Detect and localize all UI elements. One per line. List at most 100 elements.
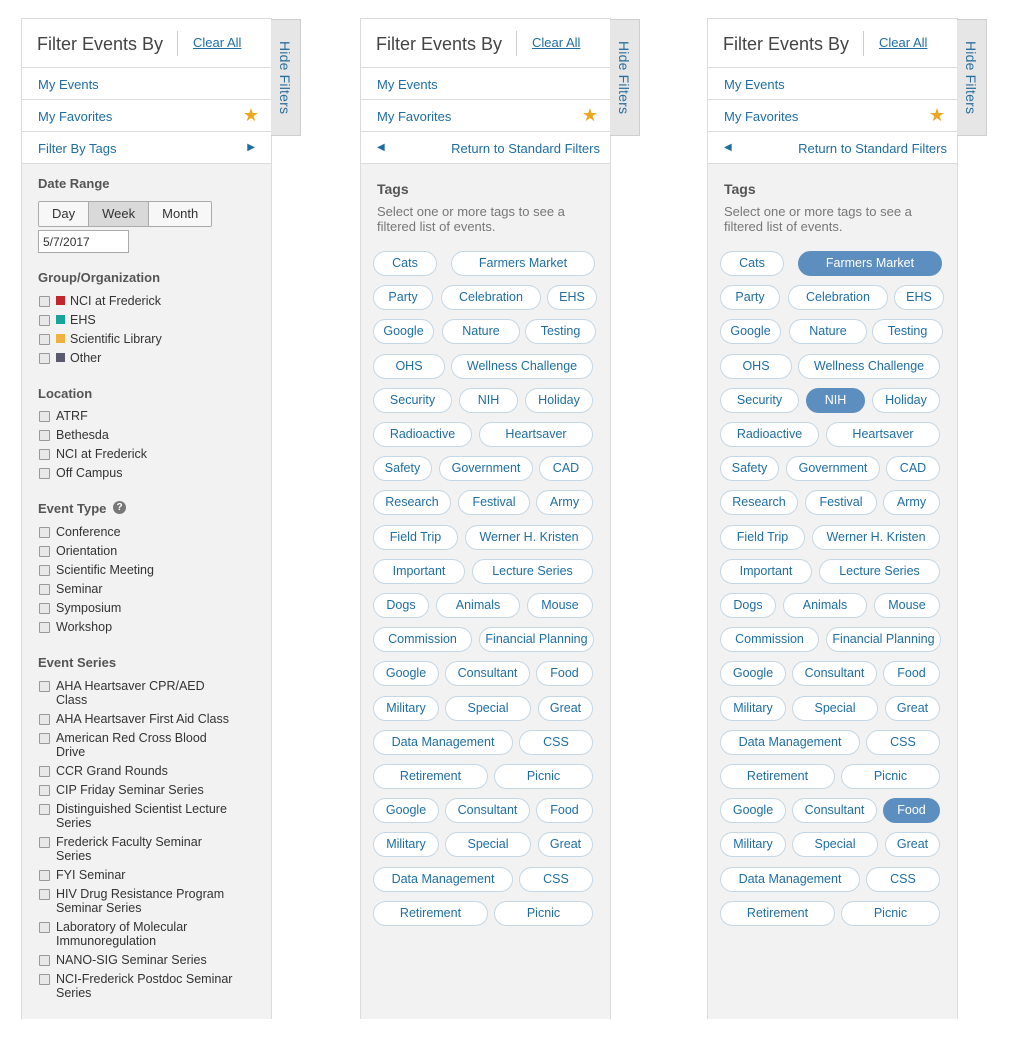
tag-pill[interactable]: Google (720, 661, 786, 687)
tag-pill[interactable]: Financial Planning (479, 627, 594, 653)
return-standard-filters-row[interactable]: ◀ Return to Standard Filters (361, 132, 610, 164)
tag-pill[interactable]: Commission (373, 627, 472, 653)
range-day-button[interactable]: Day (39, 202, 90, 226)
checkbox[interactable] (39, 546, 50, 557)
tag-pill[interactable]: NIH (459, 387, 518, 413)
checkbox[interactable] (39, 955, 50, 966)
tag-pill[interactable]: Military (373, 695, 439, 721)
tag-pill[interactable]: Picnic (841, 764, 940, 789)
tag-pill[interactable]: Government (439, 456, 533, 482)
tag-pill[interactable]: Research (373, 490, 451, 516)
my-events-row[interactable]: My Events (361, 68, 610, 100)
checkbox[interactable] (39, 622, 50, 633)
tag-pill[interactable]: Great (538, 832, 593, 858)
range-month-button[interactable]: Month (149, 202, 212, 226)
tag-pill[interactable]: Food (883, 798, 940, 824)
tag-pill[interactable]: Military (373, 832, 439, 858)
tag-pill[interactable]: Testing (872, 319, 943, 345)
tag-pill[interactable]: Wellness Challenge (798, 353, 940, 379)
tag-pill[interactable]: Military (720, 695, 786, 721)
range-week-button[interactable]: Week (89, 202, 150, 226)
checkbox[interactable] (39, 922, 50, 933)
tag-pill[interactable]: Financial Planning (826, 627, 941, 653)
tag-pill[interactable]: Data Management (720, 729, 860, 755)
checkbox[interactable] (39, 565, 50, 576)
checkbox[interactable] (39, 353, 50, 364)
tag-pill[interactable]: Retirement (373, 900, 488, 926)
clear-all-link[interactable]: Clear All (193, 35, 241, 50)
tag-pill[interactable]: Lecture Series (819, 558, 940, 584)
tag-pill[interactable]: Festival (458, 490, 530, 516)
tag-pill[interactable]: Great (885, 832, 940, 858)
my-favorites-row[interactable]: My Favorites ★ (22, 100, 271, 132)
tag-pill[interactable]: Google (720, 319, 781, 345)
checkbox[interactable] (39, 315, 50, 326)
checkbox[interactable] (39, 296, 50, 307)
tag-pill[interactable]: Google (373, 798, 439, 824)
tag-pill[interactable]: Lecture Series (472, 558, 593, 584)
tag-pill[interactable]: Important (720, 558, 812, 584)
tag-pill[interactable]: Google (720, 798, 786, 824)
tag-pill[interactable]: Retirement (720, 900, 835, 926)
checkbox[interactable] (39, 430, 50, 441)
tag-pill[interactable]: NIH (806, 387, 865, 413)
tag-pill[interactable]: Radioactive (720, 422, 819, 447)
return-standard-filters-row[interactable]: ◀ Return to Standard Filters (708, 132, 957, 164)
my-events-row[interactable]: My Events (22, 68, 271, 100)
tag-pill[interactable]: Festival (805, 490, 877, 516)
tag-pill[interactable]: Special (445, 832, 531, 858)
tag-pill[interactable]: Retirement (720, 764, 835, 789)
checkbox[interactable] (39, 870, 50, 881)
tag-pill[interactable]: Special (792, 695, 878, 721)
my-favorites-row[interactable]: My Favorites ★ (361, 100, 610, 132)
tag-pill[interactable]: Party (720, 285, 780, 311)
tag-pill[interactable]: Party (373, 285, 433, 311)
tag-pill[interactable]: Dogs (720, 593, 776, 618)
tag-pill[interactable]: Food (883, 661, 940, 687)
tag-pill[interactable]: Great (885, 695, 940, 721)
tag-pill[interactable]: Consultant (445, 661, 530, 687)
tag-pill[interactable]: Government (786, 456, 880, 482)
tag-pill[interactable]: Consultant (445, 798, 530, 824)
tag-pill[interactable]: CSS (519, 866, 593, 892)
tag-pill[interactable]: Army (883, 490, 940, 516)
tag-pill[interactable]: Army (536, 490, 593, 516)
tag-pill[interactable]: Holiday (525, 387, 593, 413)
tag-pill[interactable]: Heartsaver (826, 422, 940, 447)
tag-pill[interactable]: Research (720, 490, 798, 516)
tag-pill[interactable]: Food (536, 661, 593, 687)
tag-pill[interactable]: Wellness Challenge (451, 353, 593, 379)
tag-pill[interactable]: Google (373, 319, 434, 345)
checkbox[interactable] (39, 766, 50, 777)
tag-pill[interactable]: Werner H. Kristen (465, 524, 593, 550)
tag-pill[interactable]: EHS (547, 285, 597, 311)
my-events-row[interactable]: My Events (708, 68, 957, 100)
tag-pill[interactable]: Holiday (872, 387, 940, 413)
tag-pill[interactable]: Field Trip (720, 524, 805, 550)
filter-by-tags-row[interactable]: Filter By Tags ▶ (22, 132, 271, 164)
tag-pill[interactable]: Heartsaver (479, 422, 593, 447)
checkbox[interactable] (39, 603, 50, 614)
tag-pill[interactable]: Commission (720, 627, 819, 653)
checkbox[interactable] (39, 334, 50, 345)
tag-pill[interactable]: Celebration (788, 285, 888, 311)
my-favorites-row[interactable]: My Favorites ★ (708, 100, 957, 132)
tag-pill[interactable]: CSS (866, 729, 940, 755)
clear-all-link[interactable]: Clear All (532, 35, 580, 50)
checkbox[interactable] (39, 837, 50, 848)
tag-pill[interactable]: Data Management (373, 729, 513, 755)
tag-pill[interactable]: Picnic (841, 900, 940, 926)
tag-pill[interactable]: Consultant (792, 798, 877, 824)
tag-pill[interactable]: Animals (436, 593, 520, 618)
hide-filters-tab[interactable]: Hide Filters (271, 19, 301, 136)
checkbox[interactable] (39, 584, 50, 595)
tag-pill[interactable]: Testing (525, 319, 596, 345)
tag-pill[interactable]: Food (536, 798, 593, 824)
help-icon[interactable]: ? (113, 501, 126, 514)
tag-pill[interactable]: CSS (866, 866, 940, 892)
tag-pill[interactable]: Data Management (373, 866, 513, 892)
tag-pill[interactable]: OHS (373, 353, 445, 379)
tag-pill[interactable]: Cats (373, 251, 437, 276)
tag-pill[interactable]: Nature (789, 319, 867, 345)
tag-pill[interactable]: Safety (720, 456, 779, 482)
